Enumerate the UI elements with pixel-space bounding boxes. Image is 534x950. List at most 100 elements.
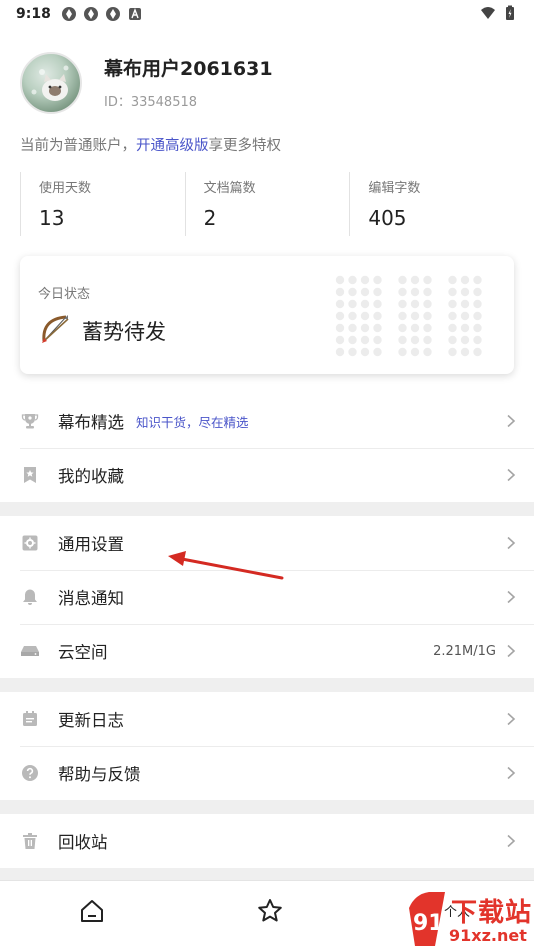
activity-dot <box>460 275 470 285</box>
menu-label: 更新日志 <box>58 711 124 730</box>
activity-dot <box>373 287 382 297</box>
stat-value: 13 <box>39 206 65 230</box>
activity-dot <box>398 275 407 285</box>
wifi-icon <box>481 7 495 19</box>
battery-icon <box>506 5 514 20</box>
activity-dot <box>335 311 345 321</box>
menu-favorites[interactable]: 我的收藏 <box>0 448 534 502</box>
activity-dot <box>448 335 457 345</box>
gear-icon <box>20 533 40 553</box>
activity-dot <box>360 347 370 357</box>
activity-dot <box>348 299 357 309</box>
activity-dot <box>373 335 382 345</box>
menu-label: 我的收藏 <box>58 467 124 486</box>
profile-section: 幕布用户2061631 ID：33548518 当前为普通账户，开通高级版享更多… <box>0 28 534 394</box>
activity-dot <box>398 311 407 321</box>
stat-label: 使用天数 <box>39 181 92 196</box>
activity-dot <box>360 275 370 285</box>
menu-group-2: 通用设置 消息通知 云空间 2.21M/1G <box>0 516 534 678</box>
featured-tagline: 知识干货，尽在精选 <box>136 414 249 430</box>
cloud-drive-icon <box>20 641 40 661</box>
bow-and-arrow-icon <box>42 315 69 343</box>
bell-icon <box>20 587 40 607</box>
menu-group-1: 幕布精选 知识干货，尽在精选 我的收藏 <box>0 394 534 502</box>
stat-document-count: 文档篇数 2 <box>184 172 350 236</box>
activity-dot <box>423 287 432 297</box>
stat-value: 2 <box>203 206 217 230</box>
activity-dot <box>410 335 420 345</box>
activity-dot <box>360 323 370 333</box>
activity-dot <box>360 335 370 345</box>
today-status-card[interactable]: 今日状态 蓄势待发 <box>20 256 514 374</box>
watermark-title: 下载站 <box>451 898 533 928</box>
star-icon[interactable] <box>256 897 284 925</box>
svg-text:91: 91 <box>413 911 444 936</box>
watermark: 91 下载站 91xz.net <box>405 888 534 950</box>
chevron-right-icon <box>507 414 516 428</box>
upgrade-link[interactable]: 开通高级版 <box>136 138 209 154</box>
calendar-note-icon <box>20 709 40 729</box>
menu-label: 幕布精选 <box>58 413 124 432</box>
activity-dot <box>398 347 407 357</box>
menu-recycle-bin[interactable]: 回收站 <box>0 814 534 868</box>
menu-label: 通用设置 <box>58 535 124 554</box>
chevron-right-icon <box>507 712 516 726</box>
avatar-image <box>31 65 69 101</box>
menu-group-4: 回收站 <box>0 814 534 868</box>
annotation-arrow <box>168 551 284 580</box>
activity-dot <box>448 275 457 285</box>
status-bar: 9:18 <box>0 0 534 28</box>
stat-word-count: 编辑字数 405 <box>349 172 514 236</box>
activity-dot <box>373 299 382 309</box>
activity-dot <box>360 299 370 309</box>
menu-help-feedback[interactable]: 帮助与反馈 <box>0 746 534 800</box>
app-notification-icon <box>105 7 120 21</box>
today-status-label: 今日状态 <box>38 287 91 302</box>
menu-featured[interactable]: 幕布精选 知识干货，尽在精选 <box>0 394 534 448</box>
stat-label: 编辑字数 <box>368 181 421 196</box>
activity-dot <box>348 335 357 345</box>
activity-dot <box>448 287 457 297</box>
menu-label: 回收站 <box>58 833 108 852</box>
activity-dot <box>348 347 357 357</box>
activity-dot <box>473 287 482 297</box>
chevron-right-icon <box>507 834 516 848</box>
activity-dot <box>423 323 432 333</box>
activity-dot <box>473 311 482 321</box>
stat-value: 405 <box>368 206 407 230</box>
chevron-right-icon <box>507 590 516 604</box>
chevron-right-icon <box>507 536 516 550</box>
activity-dot <box>473 275 482 285</box>
activity-dot <box>460 311 470 321</box>
account-status-suffix: 享更多特权 <box>208 138 282 154</box>
stats-row: 使用天数 13 文档篇数 2 编辑字数 405 <box>20 172 514 236</box>
activity-dot <box>348 323 357 333</box>
menu-label: 消息通知 <box>58 589 124 608</box>
bookmark-star-icon <box>20 465 40 485</box>
activity-dot <box>410 323 420 333</box>
activity-dot <box>410 347 420 357</box>
activity-dot <box>335 287 345 297</box>
today-status-text: 蓄势待发 <box>82 320 166 344</box>
menu-changelog[interactable]: 更新日志 <box>0 692 534 746</box>
chevron-right-icon <box>507 468 516 482</box>
activity-dot <box>360 311 370 321</box>
activity-dot <box>473 347 482 357</box>
avatar[interactable] <box>20 52 82 114</box>
home-icon[interactable] <box>78 897 106 925</box>
activity-dot <box>373 347 382 357</box>
username: 幕布用户2061631 <box>104 58 273 80</box>
activity-dot <box>398 299 407 309</box>
trash-icon <box>20 831 40 851</box>
activity-dot <box>373 275 382 285</box>
activity-dot <box>410 311 420 321</box>
activity-dot <box>348 287 357 297</box>
activity-dot <box>423 299 432 309</box>
activity-dot <box>473 323 482 333</box>
chevron-right-icon <box>507 644 516 658</box>
activity-dot <box>335 299 345 309</box>
menu-group-3: 更新日志 帮助与反馈 <box>0 692 534 800</box>
font-notification-icon <box>128 8 141 20</box>
menu-cloud-space[interactable]: 云空间 2.21M/1G <box>0 624 534 678</box>
activity-dot <box>460 323 470 333</box>
